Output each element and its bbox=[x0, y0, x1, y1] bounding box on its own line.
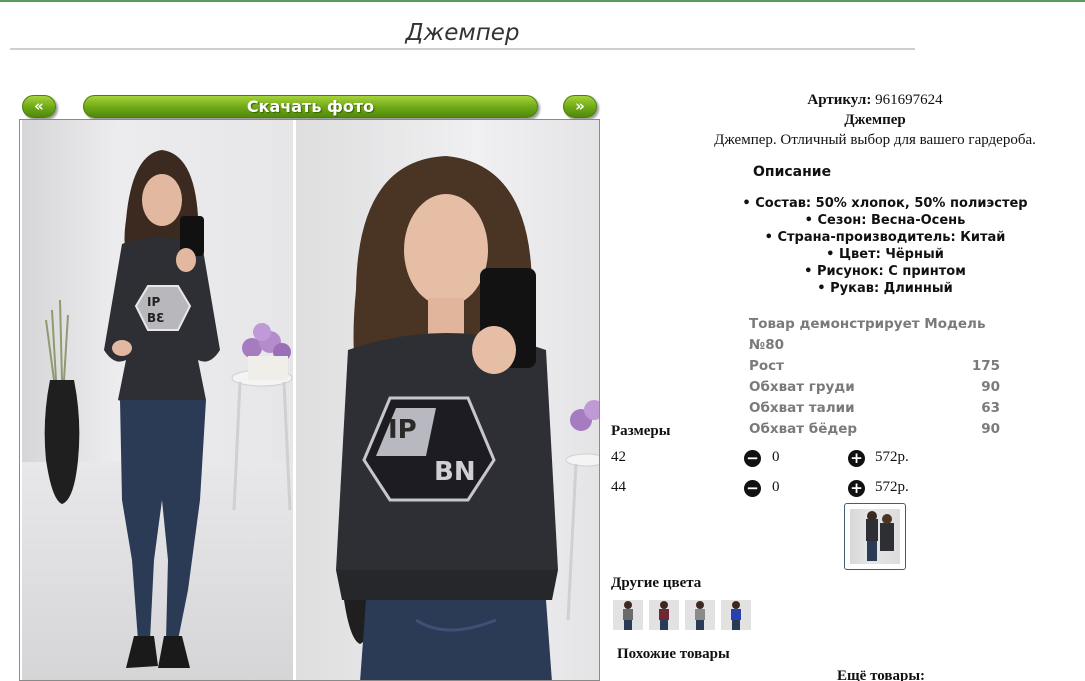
size-row-44: 44 − 0 + 572р. bbox=[611, 479, 931, 499]
product-photo-full-length[interactable]: ΙP BƐ bbox=[22, 120, 293, 680]
product-photo-gallery[interactable]: ΙP BƐ ΙP BN bbox=[19, 119, 600, 681]
measurement-row: Рост 175 bbox=[749, 356, 1000, 377]
product-short-description: Джемпер. Отличный выбор для вашего гарде… bbox=[714, 132, 1036, 148]
description-heading: Описание bbox=[753, 164, 832, 180]
svg-text:ΙP: ΙP bbox=[147, 295, 160, 309]
similar-products-heading: Похожие товары bbox=[617, 646, 730, 662]
page-title: Джемпер bbox=[405, 20, 520, 46]
increase-quantity-button[interactable]: + bbox=[848, 450, 865, 467]
measurement-value: 90 bbox=[981, 421, 1000, 437]
description-item: • Страна-производитель: Китай bbox=[764, 230, 1006, 245]
measurement-label: Обхват талии bbox=[749, 400, 855, 416]
measurement-row: Обхват талии 63 bbox=[749, 398, 1000, 419]
sizes-heading: Размеры bbox=[611, 423, 671, 439]
sku-label: Артикул: bbox=[807, 92, 872, 108]
thumbnail-figure bbox=[866, 511, 894, 561]
svg-text:ΙP: ΙP bbox=[388, 415, 417, 445]
sku-value: 961697624 bbox=[875, 92, 943, 108]
product-name: Джемпер bbox=[844, 112, 906, 128]
model-figure-right: ΙP BN bbox=[336, 156, 599, 680]
decrease-quantity-button[interactable]: − bbox=[744, 480, 761, 497]
swatch-figure bbox=[695, 601, 705, 630]
size-price: 572р. bbox=[875, 449, 909, 465]
other-colors-heading: Другие цвета bbox=[611, 575, 702, 591]
model-measurements: Товар демонстрирует Модель №80 Рост 175 … bbox=[749, 314, 1000, 440]
measurement-row: Обхват груди 90 bbox=[749, 377, 1000, 398]
measurement-value: 90 bbox=[981, 379, 1000, 395]
measurement-label: Обхват бёдер bbox=[749, 421, 858, 437]
title-underline bbox=[10, 48, 915, 50]
color-swatches bbox=[613, 600, 751, 630]
measurement-row: Обхват бёдер 90 bbox=[749, 419, 1000, 440]
swatch-figure bbox=[623, 601, 633, 630]
measurement-value: 63 bbox=[981, 400, 1000, 416]
next-photo-button[interactable]: » bbox=[563, 95, 597, 118]
color-swatch-blue[interactable] bbox=[721, 600, 751, 630]
product-photo-closeup[interactable]: ΙP BN bbox=[296, 120, 599, 680]
size-price: 572р. bbox=[875, 479, 909, 495]
svg-text:BƐ: BƐ bbox=[147, 311, 165, 325]
swatch-figure bbox=[731, 601, 741, 630]
size-label: 42 bbox=[611, 449, 626, 465]
thumbnail-image bbox=[850, 509, 900, 564]
description-item: • Цвет: Чёрный bbox=[826, 247, 944, 262]
decrease-quantity-button[interactable]: − bbox=[744, 450, 761, 467]
size-row-42: 42 − 0 + 572р. bbox=[611, 449, 931, 469]
measurement-value: 175 bbox=[971, 358, 1000, 374]
swatch-figure bbox=[659, 601, 669, 630]
description-item: • Рукав: Длинный bbox=[817, 281, 953, 296]
download-photo-button[interactable]: Скачать фото bbox=[83, 95, 538, 118]
description-item: • Сезон: Весна-Осень bbox=[804, 213, 966, 228]
color-swatch-burgundy[interactable] bbox=[649, 600, 679, 630]
prev-photo-button[interactable]: « bbox=[22, 95, 56, 118]
color-swatch-grey[interactable] bbox=[613, 600, 643, 630]
size-label: 44 bbox=[611, 479, 626, 495]
sku-line: Артикул: 961697624 bbox=[640, 92, 1085, 109]
measurement-label: Рост bbox=[749, 358, 784, 374]
model-heading: Товар демонстрирует Модель №80 bbox=[749, 316, 986, 353]
product-thumbnail[interactable] bbox=[844, 503, 906, 570]
quantity-value: 0 bbox=[772, 479, 780, 495]
color-swatch-light-grey[interactable] bbox=[685, 600, 715, 630]
measurement-label: Обхват груди bbox=[749, 379, 855, 395]
quantity-value: 0 bbox=[772, 449, 780, 465]
description-item: • Состав: 50% хлопок, 50% полиэстер bbox=[742, 196, 1028, 211]
model-figure-left: ΙP BƐ bbox=[44, 150, 293, 668]
description-item: • Рисунок: С принтом bbox=[804, 264, 966, 279]
svg-text:BN: BN bbox=[434, 457, 476, 487]
description-list: • Состав: 50% хлопок, 50% полиэстер • Се… bbox=[700, 195, 1070, 297]
top-divider bbox=[0, 0, 1085, 2]
increase-quantity-button[interactable]: + bbox=[848, 480, 865, 497]
more-products-link[interactable]: Ещё товары: bbox=[837, 668, 925, 681]
